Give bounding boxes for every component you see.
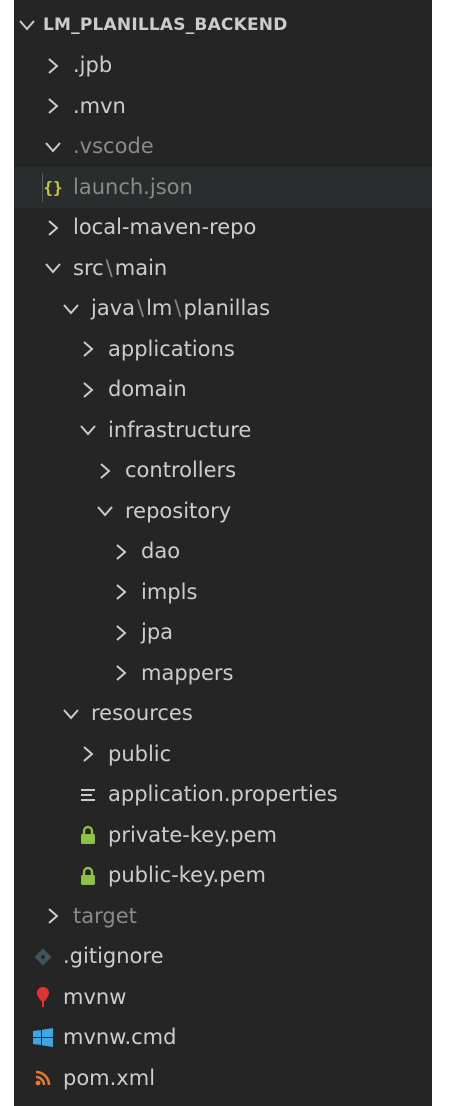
tree-file-public-key-pem[interactable]: public-key.pem [14, 856, 432, 897]
chevron-down-icon [60, 703, 82, 725]
chevron-down-icon [60, 298, 82, 320]
lock-icon [77, 824, 99, 846]
tree-folder-impls[interactable]: impls [14, 572, 432, 613]
chevron-down-icon [42, 257, 64, 279]
compact-folder-segment[interactable]: src [73, 256, 104, 280]
svg-text:{}: {} [43, 178, 62, 197]
chevron-right-icon [110, 662, 132, 684]
chevron-right-icon [42, 55, 64, 77]
tree-folder-mappers[interactable]: mappers [14, 653, 432, 694]
tree-folder-local-maven-repo[interactable]: local-maven-repo [14, 208, 432, 249]
tree-folder-infrastructure[interactable]: infrastructure [14, 410, 432, 451]
chevron-right-icon [94, 460, 116, 482]
tree-item-label: java\lm\planillas [91, 298, 270, 319]
tree-folder-target[interactable]: target [14, 896, 432, 937]
chevron-right-icon [110, 581, 132, 603]
chevron-down-icon [94, 500, 116, 522]
chevron-down-icon [77, 419, 99, 441]
json-icon: {} [42, 176, 64, 198]
tree-item-label: public-key.pem [108, 863, 266, 888]
git-icon [32, 946, 54, 968]
tree-item-label: domain [108, 377, 187, 402]
tree-folder-public[interactable]: public [14, 734, 432, 775]
tree-file-private-key-pem[interactable]: private-key.pem [14, 815, 432, 856]
tree-item-label: repository [125, 498, 232, 523]
tree-item-label: private-key.pem [108, 822, 277, 847]
chevron-down-icon [16, 14, 38, 36]
rss-icon [32, 1067, 54, 1089]
tree-item-label: .gitignore [63, 944, 164, 969]
chevron-right-icon [42, 95, 64, 117]
tree-file-mvnw[interactable]: mvnw [14, 977, 432, 1018]
tree-file-pom-xml[interactable]: pom.xml [14, 1058, 432, 1099]
tree-item-label: mvnw [63, 984, 127, 1009]
tree-folder-vscode[interactable]: .vscode [14, 127, 432, 168]
chevron-right-icon [77, 743, 99, 765]
path-separator: \ [137, 296, 145, 321]
pin-icon [32, 986, 54, 1008]
file-tree: LM_PLANILLAS_BACKEND .jpb .mvn .vscode {} lau… [14, 0, 432, 1106]
tree-folder-applications[interactable]: applications [14, 329, 432, 370]
chevron-right-icon [77, 379, 99, 401]
windows-icon [32, 1027, 54, 1049]
tree-item-label: dao [141, 539, 181, 564]
tree-item-label: mappers [141, 660, 234, 685]
compact-folder-segment[interactable]: planillas [183, 296, 270, 320]
tree-item-label: mvnw.cmd [63, 1025, 177, 1050]
tree-folder-repository[interactable]: repository [14, 491, 432, 532]
tree-item-label: infrastructure [108, 417, 252, 442]
tree-file-launch-json[interactable]: {} launch.json [14, 167, 432, 208]
properties-icon [77, 784, 99, 806]
tree-folder-jpa[interactable]: jpa [14, 613, 432, 654]
tree-folder-java[interactable]: java\lm\planillas [14, 289, 432, 330]
tree-folder-controllers[interactable]: controllers [14, 451, 432, 492]
tree-item-label: impls [141, 579, 198, 604]
tree-item-label: controllers [125, 458, 237, 483]
chevron-right-icon [77, 338, 99, 360]
tree-item-label: jpa [141, 620, 174, 645]
compact-folder-segment[interactable]: java [91, 296, 135, 320]
tree-folder-mvn[interactable]: .mvn [14, 86, 432, 127]
explorer-root-folder[interactable]: LM_PLANILLAS_BACKEND [14, 5, 432, 46]
indent-guide [42, 173, 43, 202]
tree-folder-resources[interactable]: resources [14, 694, 432, 735]
explorer-view: LM_PLANILLAS_BACKEND .jpb .mvn .vscode {} lau… [0, 0, 460, 1106]
compact-folder-segment[interactable]: lm [146, 296, 172, 320]
tree-item-label: target [73, 903, 137, 928]
tree-item-label: public [108, 741, 172, 766]
tree-item-label: .jpb [73, 53, 113, 78]
chevron-right-icon [42, 217, 64, 239]
compact-folder-segment[interactable]: main [115, 256, 167, 280]
tree-folder-domain[interactable]: domain [14, 370, 432, 411]
tree-folder-dao[interactable]: dao [14, 532, 432, 573]
tree-folder-src[interactable]: src\main [14, 248, 432, 289]
tree-item-label: .vscode [73, 134, 154, 159]
tree-file-application-properties[interactable]: application.properties [14, 775, 432, 816]
tree-item-label: local-maven-repo [73, 215, 257, 240]
path-separator: \ [174, 296, 182, 321]
tree-item-label: applications [108, 336, 235, 361]
tree-item-label: resources [91, 701, 193, 726]
chevron-right-icon [42, 905, 64, 927]
path-separator: \ [105, 255, 113, 280]
chevron-down-icon [42, 136, 64, 158]
tree-item-label: .mvn [73, 93, 126, 118]
tree-item-label: application.properties [108, 782, 338, 807]
tree-item-label: launch.json [73, 174, 193, 199]
tree-item-label: pom.xml [63, 1065, 156, 1090]
chevron-right-icon [110, 541, 132, 563]
tree-item-label: LM_PLANILLAS_BACKEND [43, 14, 288, 35]
tree-file-mvnw-cmd[interactable]: mvnw.cmd [14, 1018, 432, 1059]
tree-item-label: src\main [73, 255, 167, 280]
tree-folder-jpb[interactable]: .jpb [14, 46, 432, 87]
lock-icon [77, 865, 99, 887]
tree-file-gitignore[interactable]: .gitignore [14, 937, 432, 978]
chevron-right-icon [110, 622, 132, 644]
